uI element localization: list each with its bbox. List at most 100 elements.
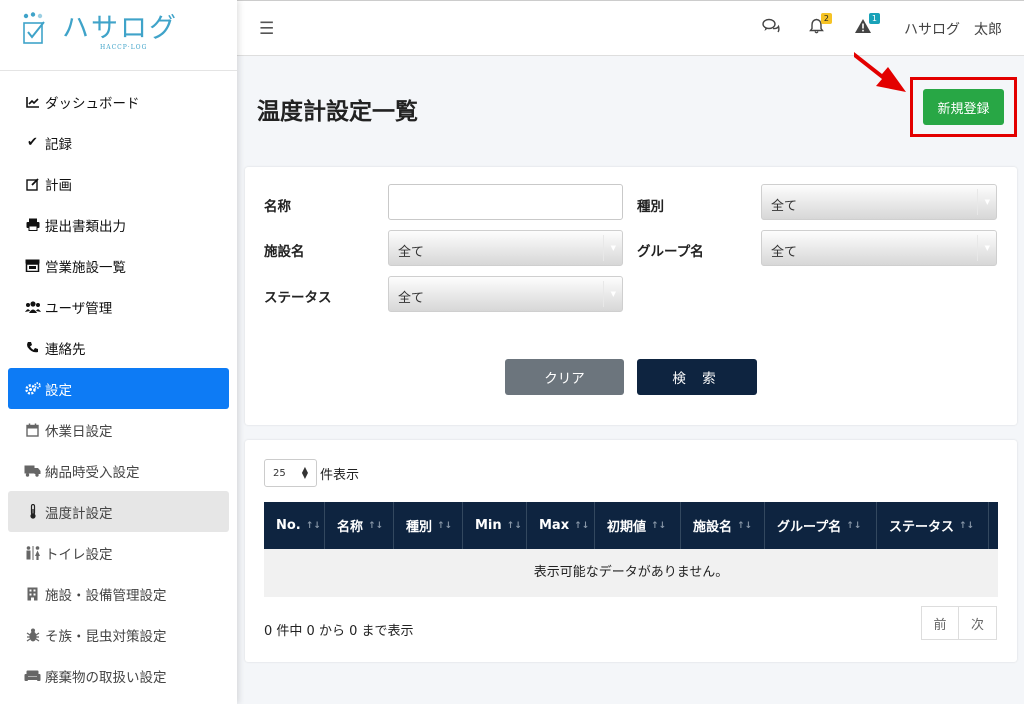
- sidebar-item-plan[interactable]: 計画: [0, 163, 237, 204]
- column-header-group[interactable]: グループ名 ↑↓: [765, 502, 877, 549]
- check-icon: ✔: [27, 135, 38, 150]
- status-filter-select[interactable]: 全て ▼: [388, 276, 623, 312]
- user-menu[interactable]: ハサログ 太郎: [904, 19, 1002, 39]
- building-icon: [24, 587, 41, 601]
- chart-line-icon: [24, 96, 41, 108]
- store-icon: [24, 259, 41, 272]
- menu-toggle-icon[interactable]: ☰: [259, 19, 274, 39]
- sort-icon: ↑↓: [959, 520, 975, 531]
- name-filter-input[interactable]: [388, 184, 623, 220]
- sidebar-item-waste[interactable]: 廃棄物の取扱い設定: [0, 655, 237, 696]
- sidebar-item-equipment[interactable]: 施設・設備管理設定: [0, 573, 237, 614]
- caret-down-icon: ▼: [984, 198, 990, 206]
- alert-count-badge: 1: [868, 13, 880, 24]
- caret-down-icon: ▼: [984, 244, 990, 252]
- chat-icon[interactable]: [762, 18, 780, 38]
- caret-down-icon: ▼: [610, 244, 616, 252]
- sidebar-item-label: 提出書類出力: [45, 218, 126, 235]
- status-filter-value: 全て: [398, 291, 425, 306]
- warning-icon[interactable]: 1: [854, 13, 880, 38]
- column-header-min[interactable]: Min ↑↓: [463, 502, 527, 549]
- sidebar-item-holidays[interactable]: 休業日設定: [0, 409, 237, 450]
- logo-checklist-icon: [23, 12, 45, 44]
- sidebar-item-users[interactable]: ユーザ管理: [0, 286, 237, 327]
- brand-sub: HACCP·LOG: [100, 44, 148, 51]
- sort-icon: ↑↓: [574, 520, 590, 531]
- sidebar-item-label: トイレ設定: [45, 546, 113, 563]
- page-length-label: 件表示: [320, 468, 360, 483]
- facility-filter-select[interactable]: 全て ▼: [388, 230, 623, 266]
- sidebar-item-restroom[interactable]: トイレ設定: [0, 532, 237, 573]
- sidebar-item-label: 廃棄物の取扱い設定: [45, 669, 167, 686]
- sidebar-item-document-output[interactable]: 提出書類出力: [0, 204, 237, 245]
- group-filter-value: 全て: [771, 245, 798, 260]
- phone-icon: [24, 341, 41, 354]
- table-header: No. ↑↓ 名称 ↑↓ 種別 ↑↓ Min ↑↓ Max ↑↓ 初期値 ↑↓ 施設名 ↑↓ …: [264, 502, 998, 549]
- type-filter-value: 全て: [771, 199, 798, 214]
- couch-icon: [24, 670, 41, 682]
- sidebar-nav: ダッシュボード ✔ 記録 計画 提出書類出力 営業施設一覧 ユーザ管理 連絡先 …: [0, 71, 237, 696]
- type-filter-label: 種別: [637, 199, 664, 215]
- edit-icon: [24, 177, 41, 191]
- sidebar-item-pest-control[interactable]: そ族・昆虫対策設定: [0, 614, 237, 655]
- sidebar-item-label: ユーザ管理: [45, 300, 113, 317]
- sort-icon: ↑↓: [737, 520, 753, 531]
- clear-button[interactable]: クリア: [505, 359, 624, 395]
- new-registration-button[interactable]: 新規登録: [923, 89, 1004, 125]
- next-page-button[interactable]: 次: [959, 606, 997, 640]
- search-button[interactable]: 検 索: [637, 359, 757, 395]
- sidebar-item-settings[interactable]: 設定: [8, 368, 229, 409]
- facility-filter-label: 施設名: [264, 244, 305, 260]
- results-table-card: 25 ▲ ▼ 件表示 No. ↑↓ 名称 ↑↓ 種別 ↑↓ Min ↑↓ Max ↑↓ 初期…: [245, 440, 1017, 662]
- column-header-name[interactable]: 名称 ↑↓: [325, 502, 394, 549]
- column-header-no[interactable]: No. ↑↓: [264, 502, 325, 549]
- page-length-select[interactable]: 25 ▲ ▼: [264, 459, 317, 487]
- pagination: 前 次: [921, 606, 997, 640]
- sort-icon: ↑↓: [368, 520, 384, 531]
- sort-icon: ↑↓: [437, 520, 453, 531]
- column-header-status[interactable]: ステータス ↑↓: [877, 502, 989, 549]
- brand-name: ハサログ: [62, 13, 178, 44]
- page-title: 温度計設定一覧: [257, 99, 418, 125]
- calendar-icon: [24, 423, 41, 437]
- sidebar-item-delivery[interactable]: 納品時受入設定: [0, 450, 237, 491]
- type-filter-select[interactable]: 全て ▼: [761, 184, 997, 220]
- logo[interactable]: ハサログ HACCP·LOG: [0, 0, 237, 71]
- print-icon: [24, 218, 41, 231]
- sidebar-item-label: 納品時受入設定: [45, 464, 140, 481]
- column-header-max[interactable]: Max ↑↓: [527, 502, 595, 549]
- column-header-facility[interactable]: 施設名 ↑↓: [681, 502, 765, 549]
- sidebar-item-label: 営業施設一覧: [45, 259, 126, 276]
- group-filter-label: グループ名: [637, 244, 704, 260]
- restroom-icon: [24, 545, 41, 560]
- notification-count-badge: 2: [820, 13, 832, 24]
- sidebar-item-contacts[interactable]: 連絡先: [0, 327, 237, 368]
- sidebar-item-label: 施設・設備管理設定: [45, 587, 167, 604]
- bell-icon[interactable]: 2: [809, 13, 832, 38]
- name-filter-label: 名称: [264, 199, 291, 215]
- group-filter-select[interactable]: 全て ▼: [761, 230, 997, 266]
- status-filter-label: ステータス: [264, 290, 332, 306]
- sidebar-item-records[interactable]: ✔ 記録: [0, 122, 237, 163]
- column-header-initial[interactable]: 初期値 ↑↓: [595, 502, 681, 549]
- sidebar-item-facilities[interactable]: 営業施設一覧: [0, 245, 237, 286]
- sort-updown-icon: ▲ ▼: [301, 465, 308, 480]
- sidebar-item-label: 休業日設定: [45, 423, 113, 440]
- sidebar-item-label: 計画: [45, 177, 72, 194]
- sidebar-item-dashboard[interactable]: ダッシュボード: [0, 81, 237, 122]
- sidebar-item-label: そ族・昆虫対策設定: [45, 628, 167, 645]
- column-header-type[interactable]: 種別 ↑↓: [394, 502, 463, 549]
- sort-icon: ↑↓: [506, 520, 522, 531]
- sort-icon: ↑↓: [651, 520, 667, 531]
- prev-page-button[interactable]: 前: [921, 606, 959, 640]
- sort-icon: ↑↓: [846, 520, 862, 531]
- sidebar-item-thermometer[interactable]: 温度計設定: [8, 491, 229, 532]
- sidebar-item-label: 記録: [45, 136, 72, 153]
- thermometer-icon: [24, 504, 41, 519]
- sidebar-item-label: 連絡先: [45, 341, 86, 358]
- search-filter-card: 名称 種別 全て ▼ 施設名 全て ▼ グループ名 全て ▼ ステータス 全て …: [245, 167, 1017, 425]
- cogs-icon: [24, 381, 41, 396]
- truck-icon: [24, 465, 41, 477]
- sidebar: ハサログ HACCP·LOG ダッシュボード ✔ 記録 計画 提出書類出力 営業…: [0, 0, 237, 704]
- sidebar-item-label: 温度計設定: [45, 505, 113, 522]
